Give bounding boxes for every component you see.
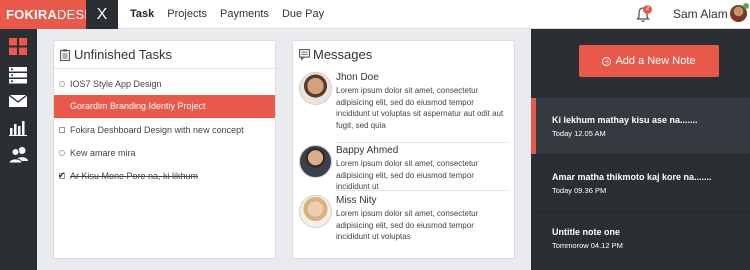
users-icon <box>9 147 28 164</box>
sidebar-item-server[interactable] <box>0 62 37 89</box>
note-time: Today 12.05 AM <box>552 129 606 138</box>
note-title: Untitle note one <box>552 227 620 237</box>
tasks-title: Unfinished Tasks <box>74 47 173 62</box>
sidebar-item-stats[interactable] <box>0 114 37 141</box>
add-note-button[interactable]: + Add a New Note <box>579 45 719 77</box>
mail-icon <box>9 94 28 107</box>
task-label: IOS7 Style App Design <box>70 79 162 89</box>
tasks-divider <box>54 68 275 69</box>
message-text: Lorem ipsum dolor sit amet, consectetur … <box>336 86 504 130</box>
top-nav: Task Projects Payments Due Pay <box>130 0 337 29</box>
brand-bold-text: FOKIRA <box>6 7 58 22</box>
nav-task[interactable]: Task <box>130 0 154 29</box>
task-label: Gorardim Branding Identiy Project <box>70 101 206 111</box>
note-item[interactable]: Untitle note one Tommorow 04.12 PM <box>531 213 750 270</box>
top-bar: FOKIRADESH X Task Projects Payments Due … <box>0 0 750 29</box>
bar-chart-icon <box>9 121 27 136</box>
task-label: Fokira Deshboard Design with new concept <box>70 125 244 135</box>
notification-badge: 2 <box>643 5 652 14</box>
left-sidebar <box>0 29 37 270</box>
task-item-done[interactable]: ✔ Ar Kisu Mone Pore na, ki likhum <box>54 165 275 188</box>
task-label: Kew amare mira <box>70 148 136 158</box>
message-sender: Miss Nity <box>336 195 377 206</box>
task-checkbox[interactable] <box>59 127 65 133</box>
online-status-dot <box>743 3 749 9</box>
nav-due-pay[interactable]: Due Pay <box>282 0 324 29</box>
note-time: Tommorow 04.12 PM <box>552 241 623 250</box>
sidebar-item-users[interactable] <box>0 141 37 168</box>
server-icon <box>9 67 27 84</box>
note-item[interactable]: Amar matha thikmoto kaj kore na....... T… <box>531 155 750 211</box>
sidebar-item-mail[interactable] <box>0 88 37 115</box>
message-text: Lorem ipsum dolor sit amet, consectetur … <box>336 209 479 241</box>
selected-indicator <box>531 98 536 154</box>
brand-logo[interactable]: FOKIRADESH <box>0 0 94 29</box>
messages-title: Messages <box>313 47 373 62</box>
check-icon: ✔ <box>58 170 66 180</box>
message-sender: Bappy Ahmed <box>336 145 399 156</box>
user-name[interactable]: Sam Alam <box>673 0 728 29</box>
nav-projects[interactable]: Projects <box>167 0 207 29</box>
comment-icon <box>299 49 310 60</box>
note-title: Ki lekhum mathay kisu ase na....... <box>552 115 698 125</box>
message-divider <box>336 190 508 191</box>
avatar <box>299 145 332 178</box>
avatar <box>299 195 332 228</box>
unfinished-tasks-panel: Unfinished Tasks IOS7 Style App Design G… <box>53 40 276 259</box>
task-radio[interactable] <box>59 150 65 156</box>
note-title: Amar matha thikmoto kaj kore na....... <box>552 172 712 182</box>
task-item-active[interactable]: Gorardim Branding Identiy Project <box>54 95 275 118</box>
avatar <box>299 72 332 105</box>
notes-panel: + Add a New Note Ki lekhum mathay kisu as… <box>531 29 750 270</box>
close-button[interactable]: X <box>86 0 118 29</box>
nav-payments[interactable]: Payments <box>220 0 269 29</box>
task-item[interactable]: Fokira Deshboard Design with new concept <box>54 119 275 142</box>
message-sender: Jhon Doe <box>336 72 379 83</box>
task-item[interactable]: IOS7 Style App Design <box>54 73 275 96</box>
message-divider <box>336 142 508 143</box>
clipboard-icon <box>60 49 70 61</box>
note-item-selected[interactable]: Ki lekhum mathay kisu ase na....... Toda… <box>531 98 750 154</box>
task-radio[interactable] <box>59 81 65 87</box>
dashboard-grid-icon <box>9 38 27 55</box>
sidebar-item-dashboard[interactable] <box>0 33 37 60</box>
note-time: Today 09.36 PM <box>552 186 607 195</box>
plus-icon: + <box>602 57 612 66</box>
task-item[interactable]: Kew amare mira <box>54 142 275 165</box>
task-label: Ar Kisu Mone Pore na, ki likhum <box>70 171 199 181</box>
message-text: Lorem ipsum dolor sit amet, consectetur … <box>336 159 479 191</box>
add-note-label: Add a New Note <box>615 55 696 67</box>
messages-panel: Messages Jhon Doe Lorem ipsum dolor sit … <box>292 40 515 259</box>
